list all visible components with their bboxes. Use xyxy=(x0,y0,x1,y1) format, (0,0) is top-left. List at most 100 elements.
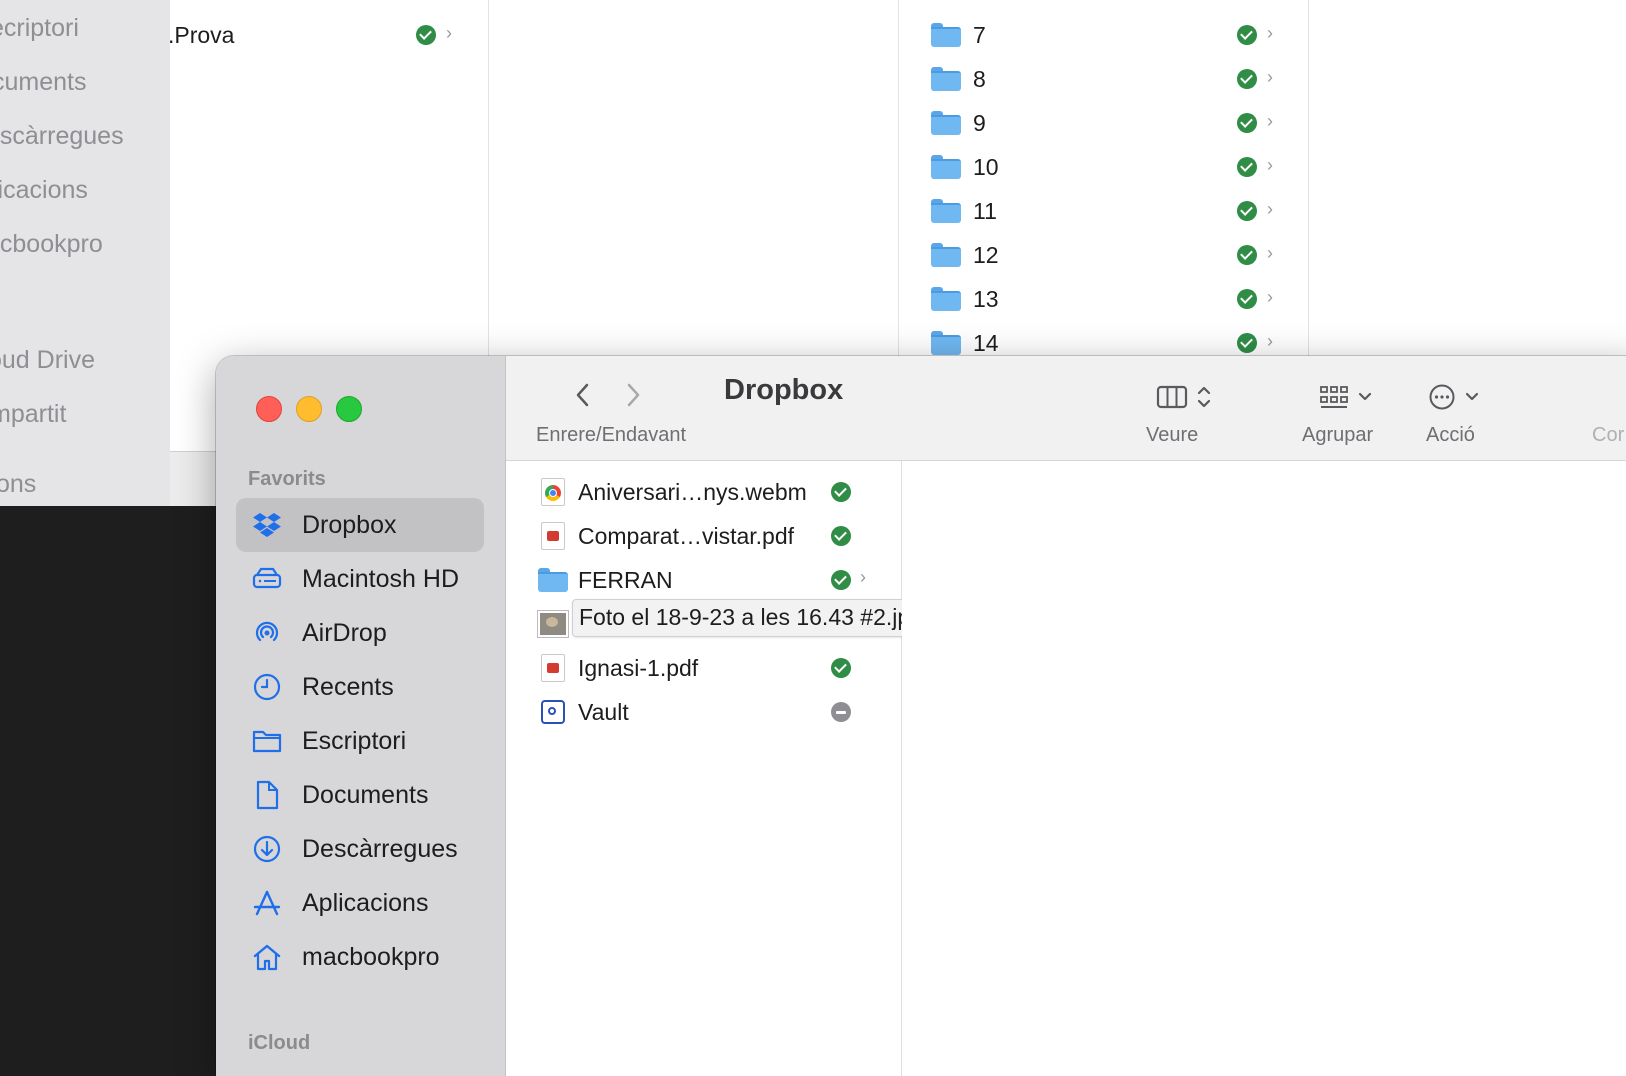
item-name: .Prova xyxy=(168,21,235,48)
sidebar-item-documents[interactable]: Documents xyxy=(236,768,484,822)
sidebar-item-label: Macintosh HD xyxy=(302,564,459,593)
close-button[interactable] xyxy=(256,396,282,422)
background-sidebar-item[interactable]: cuments xyxy=(0,68,86,97)
file-name: Vault xyxy=(578,698,629,725)
chevron-right-icon xyxy=(627,383,640,407)
action-button[interactable] xyxy=(1422,380,1486,414)
finder-window: Favorits Dropbox Macintosh HD AirDrop Re… xyxy=(216,356,1626,1076)
synced-status-icon xyxy=(831,570,851,590)
preview-column xyxy=(902,461,1626,1076)
list-item[interactable]: .Prova › xyxy=(168,15,470,55)
background-sidebar: ecriptori cuments escàrregues licacions … xyxy=(0,0,171,506)
image-file-icon xyxy=(537,609,569,639)
sidebar-item-label: Documents xyxy=(302,780,429,809)
vault-icon xyxy=(538,697,568,727)
list-item[interactable]: Vault xyxy=(506,691,901,733)
list-item[interactable]: Comparat…vistar.pdf xyxy=(506,515,901,557)
synced-status-icon xyxy=(1237,157,1257,177)
background-sidebar-item[interactable]: oud Drive xyxy=(0,346,95,375)
airdrop-icon xyxy=(250,616,284,650)
sidebar-item-label: Escriptori xyxy=(302,726,407,755)
file-name: FERRAN xyxy=(578,566,673,593)
list-item[interactable]: Aniversari…nys.webm xyxy=(506,471,901,513)
sidebar-item-label: Descàrregues xyxy=(302,834,458,863)
chevron-right-icon: › xyxy=(860,567,866,587)
list-item[interactable]: FERRAN › xyxy=(506,559,901,601)
up-down-chevron-icon xyxy=(1197,386,1211,408)
synced-status-icon xyxy=(1237,25,1257,45)
download-icon xyxy=(250,832,284,866)
background-sidebar-item: ons xyxy=(0,470,37,498)
icloud-heading: iCloud xyxy=(248,1032,311,1054)
clock-icon xyxy=(250,670,284,704)
background-sidebar-item[interactable]: ecriptori xyxy=(0,14,79,43)
synced-status-icon xyxy=(1237,69,1257,89)
folder-icon xyxy=(931,199,961,223)
synced-status-icon xyxy=(1237,245,1257,265)
chevron-left-icon xyxy=(576,383,589,407)
folder-row[interactable]: 10 › xyxy=(931,147,1273,187)
folder-icon xyxy=(931,331,961,355)
view-button[interactable] xyxy=(1146,380,1222,414)
forward-button[interactable] xyxy=(618,378,648,412)
sidebar: Favorits Dropbox Macintosh HD AirDrop Re… xyxy=(216,356,506,1076)
group-label: Agrupar xyxy=(1302,424,1374,446)
sidebar-item-macintosh-hd[interactable]: Macintosh HD xyxy=(236,552,484,606)
synced-status-icon xyxy=(831,526,851,546)
sidebar-item-descarregues[interactable]: Descàrregues xyxy=(236,822,484,876)
folder-row[interactable]: 13 › xyxy=(931,279,1273,319)
synced-status-icon xyxy=(1237,289,1257,309)
pdf-file-icon xyxy=(538,653,568,683)
hard-drive-icon xyxy=(250,562,284,596)
sidebar-item-dropbox[interactable]: Dropbox xyxy=(236,498,484,552)
view-label: Veure xyxy=(1146,424,1199,446)
folder-row[interactable]: 12 › xyxy=(931,235,1273,275)
chrome-file-icon xyxy=(538,477,568,507)
background-sidebar-item[interactable]: licacions xyxy=(0,176,88,205)
sidebar-item-home[interactable]: macbookpro xyxy=(236,930,484,984)
background-sidebar-item[interactable]: acbookpro xyxy=(0,230,103,259)
file-name: Aniversari…nys.webm xyxy=(578,478,807,505)
file-name: Ignasi-1.pdf xyxy=(578,654,699,681)
synced-status-icon xyxy=(1237,201,1257,221)
group-button[interactable] xyxy=(1314,380,1378,414)
folder-icon xyxy=(931,67,961,91)
background-sidebar-item[interactable]: mpartit xyxy=(0,400,66,429)
folder-row[interactable]: 9 › xyxy=(931,103,1273,143)
folder-icon xyxy=(931,243,961,267)
filename-tooltip: Foto el 18-9-23 a les 16.43 #2.jpg xyxy=(572,599,932,637)
sidebar-item-escriptori[interactable]: Escriptori xyxy=(236,714,484,768)
ellipsis-circle-icon xyxy=(1429,384,1455,410)
background-sidebar-item[interactable]: escàrregues xyxy=(0,122,124,151)
folder-icon xyxy=(931,111,961,135)
sidebar-item-label: Recents xyxy=(302,672,394,701)
sidebar-item-label: macbookpro xyxy=(302,942,440,971)
document-icon xyxy=(250,778,284,812)
zoom-button[interactable] xyxy=(336,396,362,422)
folder-row[interactable]: 11 › xyxy=(931,191,1273,231)
folder-icon xyxy=(538,565,568,595)
back-button[interactable] xyxy=(568,378,598,412)
sidebar-item-aplicacions[interactable]: Aplicacions xyxy=(236,876,484,930)
synced-status-icon xyxy=(1237,113,1257,133)
chevron-right-icon: › xyxy=(1267,243,1273,263)
folder-row[interactable]: 7 › xyxy=(931,15,1273,55)
sidebar-item-label: AirDrop xyxy=(302,618,387,647)
applications-icon xyxy=(250,886,284,920)
list-item[interactable]: Foto el 18-9-23 a les 16.43 #2.jpg xyxy=(506,599,932,645)
folder-row[interactable]: 8 › xyxy=(931,59,1273,99)
column-view-icon xyxy=(1156,385,1188,409)
chevron-right-icon: › xyxy=(446,23,452,43)
sidebar-item-label: Aplicacions xyxy=(302,888,429,917)
sidebar-item-airdrop[interactable]: AirDrop xyxy=(236,606,484,660)
sidebar-item-label: Dropbox xyxy=(302,510,397,539)
minimize-button[interactable] xyxy=(296,396,322,422)
window-title: Dropbox xyxy=(724,374,844,406)
chevron-right-icon: › xyxy=(1267,155,1273,175)
list-item[interactable]: Ignasi-1.pdf xyxy=(506,647,901,689)
sidebar-item-recents[interactable]: Recents xyxy=(236,660,484,714)
home-icon xyxy=(250,940,284,974)
chevron-right-icon: › xyxy=(1267,111,1273,131)
synced-status-icon xyxy=(831,482,851,502)
folder-icon xyxy=(931,23,961,47)
